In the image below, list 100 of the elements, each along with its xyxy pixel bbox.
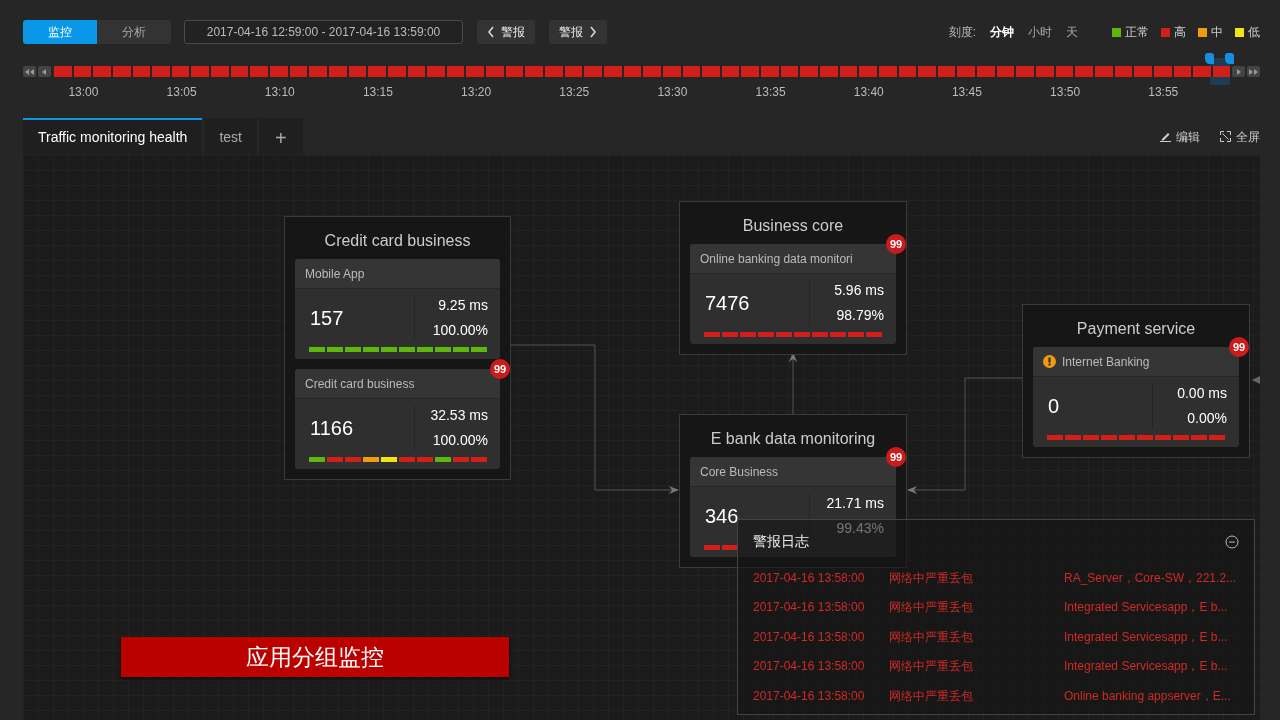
latency-value: 21.71 ms — [826, 494, 884, 513]
timeline-segment[interactable] — [171, 66, 190, 77]
time-tick-label: 13:45 — [951, 84, 982, 101]
timeline-segment[interactable] — [191, 66, 210, 77]
group-title: Credit card business — [323, 231, 472, 251]
timeline-segment[interactable] — [466, 66, 485, 77]
success-rate-value: 0.00% — [1187, 409, 1227, 428]
timeline-segment[interactable] — [505, 66, 524, 77]
chevron-left-icon — [487, 26, 495, 38]
timeline-segment[interactable] — [1114, 66, 1133, 77]
scale-option[interactable]: 小时 — [1028, 23, 1052, 41]
selection-highlight — [1210, 77, 1230, 85]
alert-source: Integrated Servicesapp，E b... — [1064, 628, 1228, 646]
request-count: 7476 — [690, 280, 810, 326]
add-tab-button[interactable]: + — [259, 118, 303, 155]
collapse-icon[interactable] — [1225, 534, 1239, 549]
timeline-segment[interactable] — [957, 66, 976, 77]
time-tick-label: 13:15 — [362, 84, 393, 101]
timeline-segment[interactable] — [839, 66, 858, 77]
alert-time: 2017-04-16 13:58:00 — [753, 658, 866, 676]
latency-value: 0.00 ms — [1177, 384, 1227, 403]
timeline-segment[interactable] — [1055, 66, 1074, 77]
request-count: 1166 — [295, 405, 415, 451]
alert-count-badge: 99 — [886, 234, 906, 254]
timeline-segment[interactable] — [878, 66, 897, 77]
alert-count-badge: 99 — [490, 359, 510, 379]
pencil-icon — [1160, 131, 1171, 142]
alert-event: 网络中严重丢包 — [889, 687, 974, 705]
next-alert-button[interactable]: 警报 — [549, 20, 607, 44]
timeline-segment[interactable] — [780, 66, 799, 77]
timeline-segment[interactable] — [1094, 66, 1113, 77]
time-tick-label: 13:05 — [166, 84, 197, 101]
timeline-segment[interactable] — [898, 66, 917, 77]
fast-forward-button[interactable] — [1247, 66, 1260, 77]
timeline-segment[interactable] — [132, 66, 151, 77]
fullscreen-icon — [1220, 131, 1231, 142]
time-tick-label: 13:35 — [755, 84, 786, 101]
timeline-segment[interactable] — [1153, 66, 1172, 77]
timeline-segment[interactable] — [662, 66, 681, 77]
view-tab[interactable]: Traffic monitoring health — [23, 118, 203, 155]
success-rate-value: 99.43% — [836, 519, 884, 538]
timeline-segment[interactable] — [407, 66, 426, 77]
alert-event: 网络中严重丢包 — [889, 658, 974, 676]
edge-arrow-icon — [1252, 376, 1260, 384]
time-tick-label: 13:25 — [559, 84, 590, 101]
alert-source: Integrated Servicesapp，E b... — [1064, 658, 1228, 676]
timeline-segment[interactable] — [230, 66, 249, 77]
card-title: Internet Banking — [1062, 353, 1150, 371]
timeline-segment[interactable] — [1173, 66, 1192, 77]
latency-value: 32.53 ms — [430, 406, 488, 425]
card-title: Online banking data monitori — [700, 250, 853, 268]
alert-time: 2017-04-16 13:58:00 — [753, 599, 866, 617]
timeline-segment[interactable] — [1212, 66, 1231, 77]
timeline-segment[interactable] — [446, 66, 465, 77]
mode-tab[interactable]: 分析 — [97, 20, 171, 44]
success-rate-value: 100.00% — [432, 431, 488, 450]
time-tick-label: 13:30 — [657, 84, 688, 101]
success-rate-value: 100.00% — [432, 321, 488, 340]
edit-button[interactable]: 编辑 — [1160, 127, 1200, 146]
fullscreen-button[interactable]: 全屏 — [1220, 127, 1260, 146]
rewind-icon — [25, 68, 34, 75]
alert-time: 2017-04-16 13:58:00 — [753, 687, 866, 705]
timeline-segment[interactable] — [741, 66, 760, 77]
timeline-segment[interactable] — [112, 66, 131, 77]
timeline-segment[interactable] — [348, 66, 367, 77]
step-back-icon — [40, 68, 49, 75]
timeline-segment[interactable] — [250, 66, 269, 77]
range-handle[interactable] — [1205, 53, 1215, 64]
latency-value: 9.25 ms — [438, 296, 488, 315]
timeline-segment[interactable] — [387, 66, 406, 77]
alert-event: 网络中严重丢包 — [889, 569, 974, 587]
timeline-segment[interactable] — [603, 66, 622, 77]
timeline-segment[interactable] — [1016, 66, 1035, 77]
alert-time: 2017-04-16 13:58:00 — [753, 628, 866, 646]
alert-event: 网络中严重丢包 — [889, 599, 974, 617]
timeline-segment[interactable] — [289, 66, 308, 77]
timeline-segment[interactable] — [623, 66, 642, 77]
timeline-segment[interactable] — [682, 66, 701, 77]
timeline-segment[interactable] — [996, 66, 1015, 77]
range-handle[interactable] — [1225, 53, 1234, 64]
time-range-field[interactable]: 2017-04-16 12:59:00 - 2017-04-16 13:59:00 — [184, 20, 463, 44]
metric-card[interactable]: Mobile App 157 9.25 ms 100.00% — [295, 259, 500, 359]
request-count: 0 — [1033, 383, 1153, 429]
previous-alert-button[interactable]: 警报 — [477, 20, 535, 44]
timeline-segment[interactable] — [564, 66, 583, 77]
timeline-segment[interactable] — [73, 66, 92, 77]
rewind-button[interactable] — [23, 66, 36, 77]
time-tick-label: 13:10 — [264, 84, 295, 101]
legend-label: 低 — [1248, 24, 1260, 41]
view-tab[interactable]: test — [204, 118, 257, 155]
scale-label: 刻度: — [948, 24, 976, 41]
scale-option[interactable]: 分钟 — [990, 23, 1014, 41]
legend-label: 正常 — [1125, 24, 1149, 41]
step-back-button[interactable] — [38, 66, 51, 77]
time-tick-label: 13:20 — [461, 84, 492, 101]
timeline-segment[interactable] — [937, 66, 956, 77]
timeline-segment[interactable] — [721, 66, 740, 77]
timeline-segment[interactable] — [328, 66, 347, 77]
step-forward-button[interactable] — [1232, 66, 1245, 77]
scale-option[interactable]: 天 — [1066, 23, 1078, 41]
